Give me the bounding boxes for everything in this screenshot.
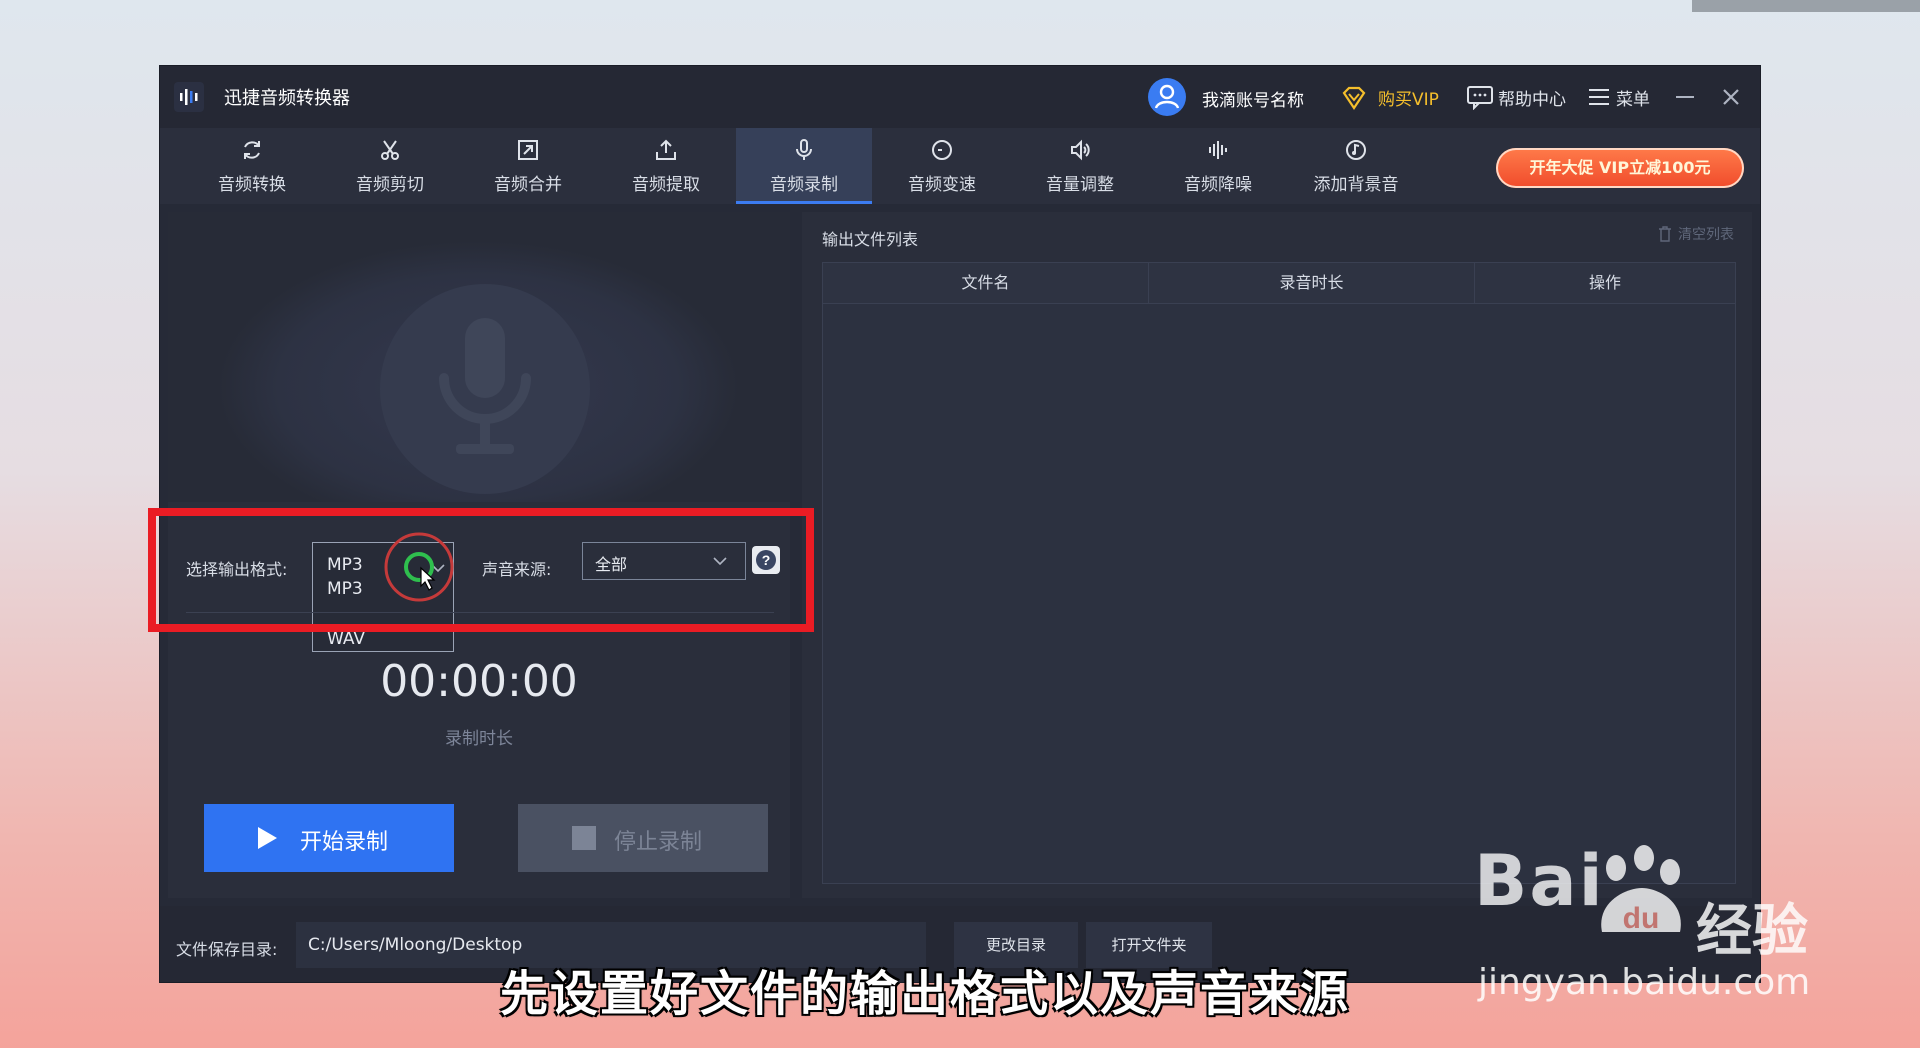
stop-record-button[interactable]: 停止录制: [518, 804, 768, 872]
start-record-label: 开始录制: [300, 830, 389, 855]
tab-volume-adjust[interactable]: 音量调整: [1012, 128, 1148, 204]
record-timer: 00:00:00: [380, 656, 578, 707]
tab-label: 添加背景音: [1313, 175, 1399, 195]
output-file-table: 文件名 录音时长 操作: [822, 262, 1736, 884]
minimize-icon[interactable]: [1670, 82, 1700, 112]
title-bar: 迅捷音频转换器 我滴账号名称 购买VIP 帮助中心 菜单: [160, 66, 1760, 128]
video-subtitle: 先设置好文件的输出格式以及声音来源: [500, 966, 1351, 1022]
tab-audio-record[interactable]: 音频录制: [736, 128, 872, 204]
tab-label: 音频录制: [770, 175, 838, 195]
menu-link[interactable]: 菜单: [1616, 85, 1650, 110]
trash-icon: [1659, 226, 1671, 242]
baidu-paw-icon: du: [1601, 845, 1681, 935]
buy-vip-link[interactable]: 购买VIP: [1378, 85, 1439, 110]
help-chat-icon[interactable]: [1466, 84, 1494, 110]
vip-diamond-icon[interactable]: [1340, 84, 1368, 112]
user-avatar[interactable]: [1148, 78, 1186, 116]
tab-label: 音量调整: [1046, 175, 1114, 195]
promo-banner[interactable]: 开年大促 VIP立减100元: [1496, 148, 1744, 188]
watermark-brand-paw-text: du: [1623, 902, 1660, 935]
clear-list-label: 清空列表: [1678, 227, 1734, 243]
tab-label: 音频剪切: [356, 175, 424, 195]
background-strip: [1692, 0, 1920, 12]
tab-audio-merge[interactable]: 音频合并: [460, 128, 596, 204]
mic-visual: [168, 212, 790, 502]
watermark-brand: Bai: [1474, 840, 1605, 922]
microphone-icon: [796, 139, 812, 160]
menu-icon[interactable]: [1588, 86, 1610, 108]
table-header: 文件名 录音时长 操作: [823, 263, 1735, 304]
record-timer-label: 录制时长: [445, 729, 513, 749]
tab-audio-extract[interactable]: 音频提取: [598, 128, 734, 204]
stop-icon: [572, 826, 596, 850]
tab-audio-convert[interactable]: 音频转换: [184, 128, 320, 204]
user-icon: [1154, 84, 1180, 109]
refresh-icon: [244, 141, 260, 159]
start-record-button[interactable]: 开始录制: [204, 804, 454, 872]
column-header-duration: 录音时长: [1149, 263, 1475, 303]
tab-label: 音频转换: [218, 175, 286, 195]
music-note-icon: [1346, 140, 1366, 160]
help-center-link[interactable]: 帮助中心: [1498, 85, 1566, 110]
tab-label: 音频提取: [632, 175, 700, 195]
watermark-cn: 经验: [1696, 899, 1808, 964]
large-microphone-icon: [439, 318, 531, 454]
stop-record-label: 停止录制: [614, 830, 703, 855]
tab-label: 音频降噪: [1184, 175, 1252, 195]
app-title: 迅捷音频转换器: [224, 88, 350, 109]
account-name[interactable]: 我滴账号名称: [1202, 86, 1304, 111]
scissors-icon: [381, 140, 399, 160]
tab-label: 音频合并: [494, 175, 562, 195]
tab-audio-speed[interactable]: 音频变速: [874, 128, 1010, 204]
close-icon[interactable]: [1716, 82, 1746, 112]
tab-label: 音频变速: [908, 175, 976, 195]
tab-background-music[interactable]: 添加背景音: [1288, 128, 1424, 204]
save-dir-label: 文件保存目录:: [176, 940, 278, 959]
column-header-actions: 操作: [1588, 273, 1621, 292]
clear-list-button[interactable]: 清空列表: [1659, 224, 1734, 244]
column-header-filename: 文件名: [823, 263, 1149, 303]
upload-icon: [656, 139, 676, 160]
volume-icon: [1071, 139, 1090, 161]
speed-icon: [932, 140, 952, 160]
watermark-brand-text: Bai: [1474, 840, 1605, 922]
tab-audio-cut[interactable]: 音频剪切: [322, 128, 458, 204]
app-logo-icon: [174, 82, 204, 112]
output-list-title: 输出文件列表: [822, 230, 919, 249]
merge-icon: [518, 140, 538, 160]
tab-noise-reduction[interactable]: 音频降噪: [1150, 128, 1286, 204]
output-panel: 输出文件列表 清空列表 文件名 录音时长 操作: [802, 212, 1752, 898]
waveform-icon: [1209, 141, 1227, 159]
play-icon: [258, 827, 277, 849]
watermark-url: jingyan.baidu.com: [1478, 962, 1811, 1003]
annotation-highlight-box: [148, 508, 814, 632]
